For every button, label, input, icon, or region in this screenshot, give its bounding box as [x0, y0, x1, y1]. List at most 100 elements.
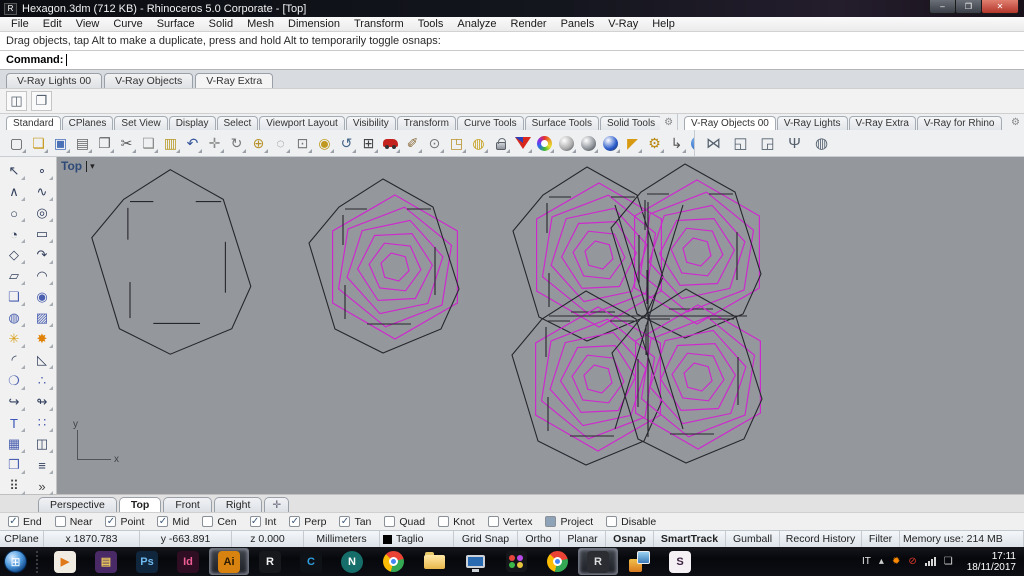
menu-tools[interactable]: Tools — [411, 17, 451, 32]
osnap-cen-checkbox[interactable] — [202, 516, 213, 527]
edit-points-icon[interactable]: ∷ — [28, 413, 56, 433]
osnap-knot-checkbox[interactable] — [438, 516, 449, 527]
osnap-point[interactable]: ✓Point — [105, 516, 144, 528]
toolbar-tab-solid-tools[interactable]: Solid Tools — [600, 116, 660, 130]
vray-tab-v-ray-extra[interactable]: V-Ray Extra — [849, 116, 916, 130]
status-smarttrack[interactable]: SmartTrack — [654, 531, 726, 547]
vray-tab-v-ray-lights[interactable]: V-Ray Lights — [777, 116, 848, 130]
hexagon-spiral-curve[interactable] — [585, 241, 613, 269]
status-taglio[interactable]: Taglio — [380, 531, 454, 547]
vray-infinite-plane-icon[interactable]: ⋈ — [703, 133, 724, 153]
osnap-mid-checkbox[interactable]: ✓ — [157, 516, 168, 527]
menu-render[interactable]: Render — [504, 17, 554, 32]
print-icon[interactable]: ▤ — [72, 133, 93, 154]
indesign-icon[interactable]: Id — [168, 548, 208, 575]
vray-plane-panel-icon[interactable]: ◫ — [6, 91, 27, 111]
menu-edit[interactable]: Edit — [36, 17, 69, 32]
osnap-perp[interactable]: ✓Perp — [289, 516, 326, 528]
hexagon-outline-curve[interactable] — [512, 291, 662, 465]
point-cloud-icon[interactable]: ∴ — [28, 371, 56, 391]
winrar-icon[interactable]: ▤ — [86, 548, 126, 575]
menu-curve[interactable]: Curve — [106, 17, 149, 32]
osnap-mid[interactable]: ✓Mid — [157, 516, 189, 528]
osnap-disable[interactable]: Disable — [606, 516, 656, 528]
osnap-end[interactable]: ✓End — [8, 516, 42, 528]
vray-tab-v-ray-objects-00[interactable]: V-Ray Objects 00 — [684, 116, 776, 130]
vray-layers-panel-icon[interactable]: ❐ — [31, 91, 52, 111]
network-signal-icon[interactable] — [925, 557, 936, 566]
osnap-knot[interactable]: Knot — [438, 516, 475, 528]
explorer-folder-icon[interactable] — [414, 548, 454, 575]
ellipse-icon[interactable]: ◎ — [28, 203, 56, 223]
toolbar-tab-visibility[interactable]: Visibility — [346, 116, 396, 130]
close-button[interactable]: ✕ — [981, 0, 1019, 14]
menu-help[interactable]: Help — [645, 17, 682, 32]
chrome-icon-2[interactable] — [537, 548, 577, 575]
pan-view-icon[interactable]: ✛ — [204, 133, 225, 154]
copy-icon[interactable]: ❑ — [138, 133, 159, 154]
viewport-tab-front[interactable]: Front — [163, 497, 212, 512]
osnap-perp-checkbox[interactable]: ✓ — [289, 516, 300, 527]
chamfer-icon[interactable]: ◺ — [28, 350, 56, 370]
hexagon-spiral-curve[interactable] — [684, 363, 712, 391]
osnap-quad-checkbox[interactable] — [384, 516, 395, 527]
toolbar-tab-select[interactable]: Select — [217, 116, 259, 130]
dock-tab-v-ray-lights-00[interactable]: V-Ray Lights 00 — [6, 73, 102, 88]
zoom-window-icon[interactable]: ⊡ — [292, 133, 313, 154]
hexagon-spiral-curve[interactable] — [671, 228, 723, 276]
osnap-near[interactable]: Near — [55, 516, 93, 528]
menu-dimension[interactable]: Dimension — [281, 17, 347, 32]
viewport-title[interactable]: Top ▾ — [61, 159, 95, 173]
cinema4d-icon[interactable]: C — [291, 548, 331, 575]
circle-icon[interactable]: ○ — [0, 203, 28, 223]
hexagon-spiral-curve[interactable] — [672, 353, 724, 401]
viewport-tab-top[interactable]: Top — [119, 497, 161, 512]
toolbar-tab-set-view[interactable]: Set View — [114, 116, 167, 130]
hexagon-spiral-curve[interactable] — [333, 195, 458, 339]
light-icon[interactable]: ◍ — [468, 133, 489, 154]
rectangle-icon[interactable]: ▭ — [28, 224, 56, 244]
slack-icon[interactable]: S — [660, 548, 700, 575]
polyline-icon[interactable]: ∧ — [0, 182, 28, 202]
status-planar[interactable]: Planar — [560, 531, 606, 547]
zoom-in-icon[interactable]: ⊕ — [248, 133, 269, 154]
torus-icon[interactable]: ◍ — [0, 308, 28, 328]
deform-box-icon[interactable]: ▨ — [28, 308, 56, 328]
toolbar-tab-transform[interactable]: Transform — [397, 116, 456, 130]
extrude-icon[interactable]: ≡ — [28, 455, 56, 475]
fillet-curve-icon[interactable]: ↪ — [0, 392, 28, 412]
explode-icon[interactable]: ✸ — [28, 329, 56, 349]
menu-transform[interactable]: Transform — [347, 17, 411, 32]
status-ortho[interactable]: Ortho — [518, 531, 560, 547]
status-millimeters[interactable]: Millimeters — [304, 531, 380, 547]
hexagon-spiral-curve[interactable] — [683, 238, 711, 266]
menu-vray[interactable]: V-Ray — [601, 17, 645, 32]
group-objects-icon[interactable]: ▦ — [0, 434, 28, 454]
copy-to-clipboard-icon[interactable]: ❐ — [94, 133, 115, 154]
menu-analyze[interactable]: Analyze — [450, 17, 503, 32]
control-point-curve-icon[interactable]: ∿ — [28, 182, 56, 202]
color-wheel-icon[interactable] — [534, 133, 555, 154]
text-tool-icon[interactable]: T — [0, 413, 28, 433]
osnap-int[interactable]: ✓Int — [250, 516, 277, 528]
photoshop-icon[interactable]: Ps — [127, 548, 167, 575]
menu-file[interactable]: File — [4, 17, 36, 32]
blue-sphere-icon[interactable] — [600, 133, 621, 154]
menu-view[interactable]: View — [69, 17, 107, 32]
status-grid-snap[interactable]: Grid Snap — [454, 531, 518, 547]
status-osnap[interactable]: Osnap — [606, 531, 654, 547]
osnap-quad[interactable]: Quad — [384, 516, 425, 528]
menu-mesh[interactable]: Mesh — [240, 17, 281, 32]
hexagon-spiral-curve[interactable] — [562, 222, 637, 289]
undo-icon[interactable]: ↶ — [182, 133, 203, 154]
viewport-tab-right[interactable]: Right — [214, 497, 263, 512]
zoom-dynamic-icon[interactable]: ◌ — [270, 133, 291, 154]
rhino-viewer-icon[interactable]: R — [578, 548, 618, 575]
hexagon-spiral-curve[interactable] — [661, 344, 736, 411]
hexagon-spiral-curve[interactable] — [381, 253, 409, 281]
restore-button[interactable]: ❐ — [955, 0, 982, 14]
n-app-icon[interactable]: N — [332, 548, 372, 575]
fillet-icon[interactable]: ◜ — [0, 350, 28, 370]
photo-viewer-icon[interactable] — [619, 548, 659, 575]
help-icon[interactable]: ? — [688, 133, 694, 154]
